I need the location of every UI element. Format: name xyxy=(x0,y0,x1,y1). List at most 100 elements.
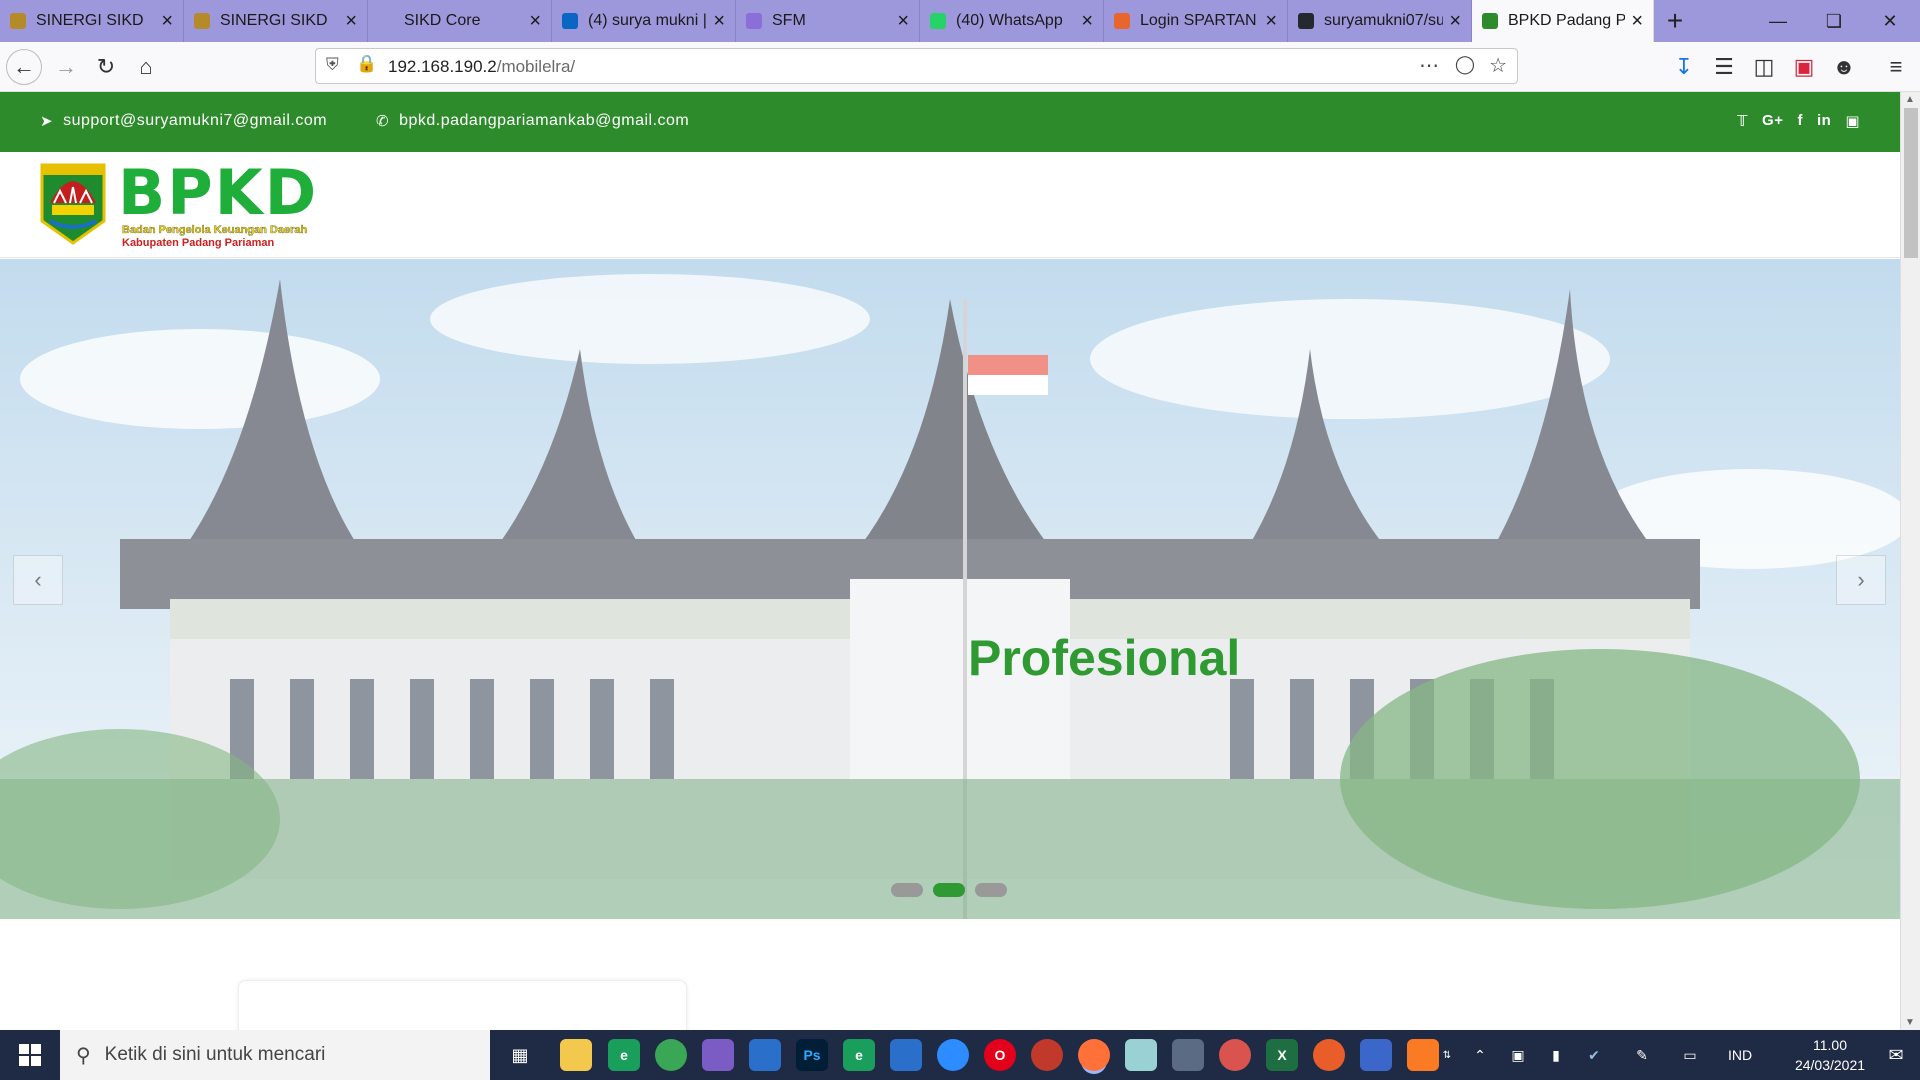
url-text[interactable]: 192.168.190.2/mobilelra/ xyxy=(388,57,575,77)
web-page: ➤ support@suryamukni7@gmail.com ✆ bpkd.p… xyxy=(0,92,1900,1030)
close-tab-icon[interactable]: × xyxy=(1449,10,1461,33)
close-tab-icon[interactable]: × xyxy=(529,10,541,33)
bookmark-star-icon[interactable]: ☆ xyxy=(1489,53,1507,78)
library-icon[interactable]: ☰ xyxy=(1706,49,1742,85)
pen-workspace-icon[interactable]: ✎ xyxy=(1624,1030,1660,1080)
browser-globe-icon[interactable] xyxy=(655,1039,687,1071)
browser-tab[interactable]: SIKD Core × xyxy=(368,0,552,42)
page-scrollbar[interactable]: ▲ ▼ xyxy=(1900,92,1920,1030)
close-tab-icon[interactable]: × xyxy=(161,10,173,33)
virtualbox-icon[interactable] xyxy=(749,1039,781,1071)
battery-icon[interactable]: ▮ xyxy=(1538,1030,1574,1080)
instagram-icon[interactable]: ▣ xyxy=(1845,112,1860,130)
close-tab-icon[interactable]: × xyxy=(897,10,909,33)
photoshop-icon[interactable]: Ps xyxy=(796,1039,828,1071)
browser-tab[interactable]: SFM × xyxy=(736,0,920,42)
visual-studio-icon[interactable] xyxy=(702,1039,734,1071)
facebook-icon[interactable]: f xyxy=(1797,112,1803,130)
browser-tab[interactable]: (40) WhatsApp × xyxy=(920,0,1104,42)
opera-icon[interactable]: O xyxy=(984,1039,1016,1071)
clock-date: 24/03/2021 xyxy=(1794,1057,1866,1073)
carousel-dot-1[interactable] xyxy=(891,883,923,897)
app-ball-icon[interactable] xyxy=(1031,1039,1063,1071)
notepad-icon[interactable] xyxy=(1125,1039,1157,1071)
bpkd-crest-icon xyxy=(1482,13,1498,29)
browser-tab[interactable]: SINERGI SIKD × xyxy=(0,0,184,42)
close-tab-icon[interactable]: × xyxy=(1081,10,1093,33)
social-links: 𝕋 G+ f in ▣ xyxy=(1737,112,1860,130)
downloads-icon[interactable]: ↧ xyxy=(1666,49,1702,85)
forward-button[interactable]: → xyxy=(48,49,84,85)
scroll-down-icon[interactable]: ▼ xyxy=(1905,1017,1915,1028)
padang-pariaman-crest[interactable] xyxy=(40,163,106,245)
account-icon[interactable]: ☻ xyxy=(1826,49,1862,85)
github-icon xyxy=(1298,13,1314,29)
browser-tab[interactable]: Login SPARTAN × xyxy=(1104,0,1288,42)
windows-start-button[interactable] xyxy=(0,1030,60,1080)
network-icon[interactable]: ▭ xyxy=(1672,1030,1708,1080)
restore-button[interactable]: ❏ xyxy=(1806,0,1862,42)
google-plus-icon[interactable]: G+ xyxy=(1762,112,1783,130)
address-bar[interactable]: ⛨ 🔒 192.168.190.2/mobilelra/ ⋯ ◯ ☆ xyxy=(315,48,1518,84)
taskbar-search-box[interactable]: ⚲ Ketik di sini untuk mencari xyxy=(60,1030,490,1080)
browser-tab[interactable]: (4) surya mukni | × xyxy=(552,0,736,42)
firefox-icon[interactable] xyxy=(1078,1039,1110,1071)
reload-button[interactable]: ↻ xyxy=(88,49,124,85)
browser-tab[interactable]: BPKD Padang Pa × xyxy=(1472,0,1654,42)
input-language-indicator[interactable]: IND xyxy=(1720,1030,1760,1080)
minimize-button[interactable]: — xyxy=(1750,0,1806,42)
scroll-up-icon[interactable]: ▲ xyxy=(1905,94,1915,105)
carousel-dot-3[interactable] xyxy=(975,883,1007,897)
carousel-indicators xyxy=(891,883,1007,897)
edge-dev-icon[interactable]: e xyxy=(843,1039,875,1071)
meet-now-icon[interactable]: ▣ xyxy=(1500,1030,1536,1080)
contact-bar: ➤ support@suryamukni7@gmail.com ✆ bpkd.p… xyxy=(0,92,1900,152)
show-hidden-icons-chevron-icon[interactable]: ⌃ xyxy=(1462,1030,1498,1080)
network-app-icon[interactable] xyxy=(1360,1039,1392,1071)
twitter-icon[interactable]: 𝕋 xyxy=(1737,112,1748,130)
edge-icon[interactable]: e xyxy=(608,1039,640,1071)
close-tab-icon[interactable]: × xyxy=(1631,10,1643,33)
pocket-icon[interactable]: ◯ xyxy=(1455,54,1475,75)
shield-icon[interactable]: ⛨ xyxy=(326,55,339,75)
app-tray-icon[interactable]: ✔ xyxy=(1576,1030,1612,1080)
file-explorer-icon[interactable] xyxy=(560,1039,592,1071)
sidebar-icon[interactable]: ◫ xyxy=(1746,49,1782,85)
home-icon[interactable]: ⌂ xyxy=(128,49,164,85)
app-red-ball-icon[interactable] xyxy=(1219,1039,1251,1071)
close-window-button[interactable]: ✕ xyxy=(1862,0,1918,42)
linkedin-icon[interactable]: in xyxy=(1817,112,1831,130)
close-tab-icon[interactable]: × xyxy=(345,10,357,33)
system-clock[interactable]: 11.00 24/03/2021 xyxy=(1780,1035,1880,1075)
app-box-icon[interactable] xyxy=(890,1039,922,1071)
browser-tab[interactable]: suryamukni07/su × xyxy=(1288,0,1472,42)
carousel-next-button[interactable]: › xyxy=(1836,555,1886,605)
page-actions-menu-icon[interactable]: ⋯ xyxy=(1419,53,1439,78)
remote-desktop-icon[interactable] xyxy=(1172,1039,1204,1071)
insecure-lock-icon[interactable]: 🔒 xyxy=(356,54,377,74)
office-email[interactable]: ✆ bpkd.padangpariamankab@gmail.com xyxy=(376,112,689,130)
carousel-prev-button[interactable]: ‹ xyxy=(13,555,63,605)
tab-title: SIKD Core xyxy=(404,12,481,29)
support-email[interactable]: ➤ support@suryamukni7@gmail.com xyxy=(40,112,327,130)
logo-title[interactable]: BPKD xyxy=(118,162,318,224)
office-building-image xyxy=(0,259,1900,919)
excel-icon[interactable]: X xyxy=(1266,1039,1298,1071)
back-button[interactable]: ← xyxy=(6,49,42,85)
close-tab-icon[interactable]: × xyxy=(1265,10,1277,33)
menu-icon[interactable]: ≡ xyxy=(1878,49,1914,85)
notifications-icon[interactable]: ✉ xyxy=(1876,1030,1916,1080)
xampp-icon[interactable] xyxy=(1407,1039,1439,1071)
pocket-toolbar-icon[interactable]: ▣ xyxy=(1786,49,1822,85)
carousel-dot-2[interactable] xyxy=(933,883,965,897)
site-header: BPKD Badan Pengelola Keuangan Daerah Kab… xyxy=(0,152,1900,258)
scrollbar-thumb[interactable] xyxy=(1904,108,1918,258)
new-tab-button[interactable]: + xyxy=(1654,0,1696,42)
close-tab-icon[interactable]: × xyxy=(713,10,725,33)
app-rings-icon[interactable] xyxy=(1313,1039,1345,1071)
browser-tab[interactable]: SINERGI SIKD × xyxy=(184,0,368,42)
tab-title: SINERGI SIKD xyxy=(220,12,328,29)
taskbar-scroll-icon[interactable]: ⇅ xyxy=(1440,1030,1454,1080)
zoom-icon[interactable] xyxy=(937,1039,969,1071)
task-view-icon[interactable]: ▦ xyxy=(504,1039,536,1071)
